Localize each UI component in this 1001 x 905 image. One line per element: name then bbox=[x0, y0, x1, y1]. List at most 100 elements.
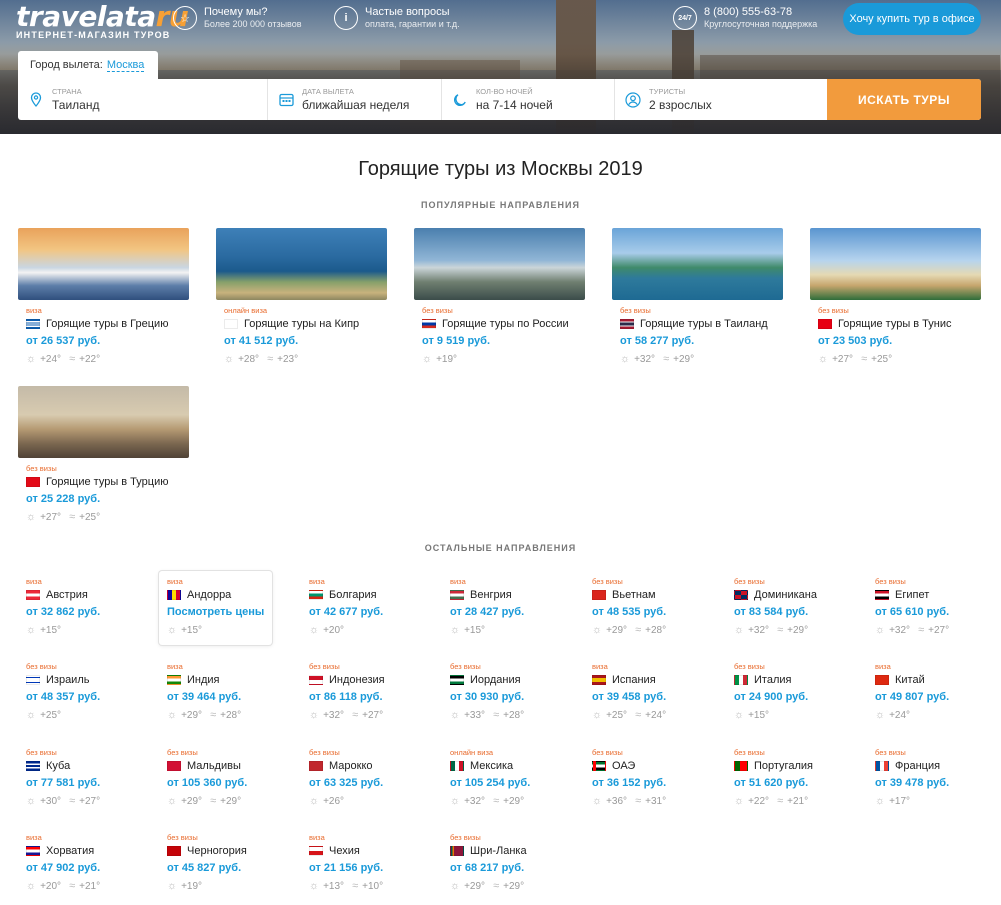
popular-card[interactable]: без визы Горящие туры в Турцию от 25 228 р… bbox=[18, 386, 189, 523]
destination-photo[interactable] bbox=[612, 228, 783, 300]
support-phone[interactable]: 24/7 8 (800) 555-63-78 Круглосуточная под… bbox=[673, 6, 817, 30]
destination-item[interactable]: без визы Италия от 24 900 руб. ☼+15°≈ bbox=[726, 656, 839, 730]
destination-photo[interactable] bbox=[18, 386, 189, 458]
destination-price[interactable]: от 45 827 руб. bbox=[167, 862, 272, 874]
destination-price[interactable]: от 24 900 руб. bbox=[734, 691, 839, 703]
destination-name[interactable]: Черногория bbox=[167, 845, 272, 857]
destination-item[interactable]: виза Китай от 49 807 руб. ☼+24°≈ bbox=[867, 656, 980, 730]
destination-price[interactable]: от 25 228 руб. bbox=[26, 493, 189, 505]
destination-price[interactable]: от 39 458 руб. bbox=[592, 691, 697, 703]
search-tours-button[interactable]: ИСКАТЬ ТУРЫ bbox=[827, 79, 981, 120]
destination-item[interactable]: виза Чехия от 21 156 руб. ☼ +13° ≈ +10° bbox=[301, 827, 414, 901]
destination-price[interactable]: от 26 537 руб. bbox=[26, 335, 189, 347]
destination-price[interactable]: от 65 610 руб. bbox=[875, 606, 980, 618]
destination-price[interactable]: от 68 217 руб. bbox=[450, 862, 555, 874]
popular-card[interactable]: виза Горящие туры в Грецию от 26 537 руб. ☼… bbox=[18, 228, 189, 365]
destination-item[interactable]: без визы Португалия от 51 620 руб. ☼ +22° ≈ +2… bbox=[726, 742, 839, 816]
destination-photo[interactable] bbox=[414, 228, 585, 300]
destination-item[interactable]: виза Испания от 39 458 руб. ☼ +25° ≈ +24° bbox=[584, 656, 697, 730]
destination-item[interactable]: без визы ОАЭ от 36 152 руб. ☼ +36° ≈ +31° bbox=[584, 742, 697, 816]
destination-price[interactable]: от 105 254 руб. bbox=[450, 777, 555, 789]
destination-name[interactable]: Венгрия bbox=[450, 589, 555, 601]
destination-name[interactable]: Австрия bbox=[26, 589, 131, 601]
destination-item[interactable]: без визы Вьетнам от 48 535 руб. ☼ +29° ≈ +28° bbox=[584, 571, 697, 645]
destination-price[interactable]: от 86 118 руб. bbox=[309, 691, 414, 703]
destination-price[interactable]: от 58 277 руб. bbox=[620, 335, 783, 347]
destination-price[interactable]: от 39 478 руб. bbox=[875, 777, 980, 789]
destination-item[interactable]: виза Болгария от 42 677 руб. ☼+20°≈ bbox=[301, 571, 414, 645]
destination-name[interactable]: Испания bbox=[592, 674, 697, 686]
destination-item[interactable]: виза Индия от 39 464 руб. ☼ +29° ≈ +28° bbox=[159, 656, 272, 730]
destination-price[interactable]: от 41 512 руб. bbox=[224, 335, 387, 347]
destination-price[interactable]: от 28 427 руб. bbox=[450, 606, 555, 618]
destination-price[interactable]: от 30 930 руб. bbox=[450, 691, 555, 703]
destination-price[interactable]: от 32 862 руб. bbox=[26, 606, 131, 618]
destination-name[interactable]: Горящие туры в Таиланд bbox=[620, 318, 783, 330]
destination-name[interactable]: Мальдивы bbox=[167, 760, 272, 772]
destination-name[interactable]: Горящие туры по России bbox=[422, 318, 585, 330]
logo[interactable]: travelataru ИНТЕРНЕТ-МАГАЗИН ТУРОВ bbox=[16, 2, 189, 41]
popular-card[interactable]: без визы Горящие туры в Таиланд от 58 277 … bbox=[612, 228, 783, 365]
destination-name[interactable]: Андорра bbox=[167, 589, 272, 601]
destination-name[interactable]: Шри-Ланка bbox=[450, 845, 555, 857]
destination-name[interactable]: Чехия bbox=[309, 845, 414, 857]
destination-name[interactable]: Индия bbox=[167, 674, 272, 686]
destination-item[interactable]: виза Андорра Посмотреть цены ☼+15°≈ bbox=[159, 571, 272, 645]
destination-price[interactable]: от 49 807 руб. bbox=[875, 691, 980, 703]
why-us-link[interactable]: ☆ Почему мы? Более 200 000 отзывов bbox=[173, 6, 302, 30]
destination-item[interactable]: без визы Черногория от 45 827 руб. ☼+19°≈ bbox=[159, 827, 272, 901]
destination-price[interactable]: от 42 677 руб. bbox=[309, 606, 414, 618]
destination-price[interactable]: от 77 581 руб. bbox=[26, 777, 131, 789]
destination-name[interactable]: Иордания bbox=[450, 674, 555, 686]
destination-name[interactable]: Египет bbox=[875, 589, 980, 601]
destination-name[interactable]: Франция bbox=[875, 760, 980, 772]
destination-item[interactable]: без визы Франция от 39 478 руб. ☼+17°≈ bbox=[867, 742, 980, 816]
destination-price[interactable]: от 63 325 руб. bbox=[309, 777, 414, 789]
destination-price[interactable]: от 48 357 руб. bbox=[26, 691, 131, 703]
destination-price[interactable]: от 48 535 руб. bbox=[592, 606, 697, 618]
destination-price[interactable]: от 47 902 руб. bbox=[26, 862, 131, 874]
destination-item[interactable]: без визы Шри-Ланка от 68 217 руб. ☼ +29° ≈ +29… bbox=[442, 827, 555, 901]
destination-price[interactable]: от 23 503 руб. bbox=[818, 335, 981, 347]
destination-name[interactable]: Горящие туры в Тунис bbox=[818, 318, 981, 330]
destination-item[interactable]: онлайн виза Мексика от 105 254 руб. ☼ +32° ≈ +… bbox=[442, 742, 555, 816]
destination-price[interactable]: Посмотреть цены bbox=[167, 606, 272, 618]
destination-photo[interactable] bbox=[810, 228, 981, 300]
destination-name[interactable]: Италия bbox=[734, 674, 839, 686]
destination-photo[interactable] bbox=[18, 228, 189, 300]
destination-item[interactable]: без визы Израиль от 48 357 руб. ☼+25°≈ bbox=[18, 656, 131, 730]
destination-name[interactable]: Индонезия bbox=[309, 674, 414, 686]
destination-name[interactable]: Хорватия bbox=[26, 845, 131, 857]
destination-name[interactable]: Болгария bbox=[309, 589, 414, 601]
popular-card[interactable]: без визы Горящие туры по России от 9 519 р… bbox=[414, 228, 585, 365]
destination-item[interactable]: без визы Доминикана от 83 584 руб. ☼ +32° ≈ +2… bbox=[726, 571, 839, 645]
destination-price[interactable]: от 21 156 руб. bbox=[309, 862, 414, 874]
destination-price[interactable]: от 51 620 руб. bbox=[734, 777, 839, 789]
destination-name[interactable]: Горящие туры в Турцию bbox=[26, 476, 189, 488]
date-field[interactable]: ДАТА ВЫЛЕТА ближайшая неделя bbox=[268, 79, 442, 120]
departure-city-select[interactable]: Москва bbox=[106, 59, 145, 72]
country-field[interactable]: СТРАНА Таиланд bbox=[18, 79, 268, 120]
office-purchase-button[interactable]: Хочу купить тур в офисе bbox=[843, 3, 981, 35]
destination-name[interactable]: Куба bbox=[26, 760, 131, 772]
nights-field[interactable]: КОЛ-ВО НОЧЕЙ на 7-14 ночей bbox=[442, 79, 615, 120]
destination-name[interactable]: Израиль bbox=[26, 674, 131, 686]
destination-name[interactable]: Горящие туры в Грецию bbox=[26, 318, 189, 330]
destination-name[interactable]: Доминикана bbox=[734, 589, 839, 601]
tourists-field[interactable]: ТУРИСТЫ 2 взрослых bbox=[615, 79, 827, 120]
destination-name[interactable]: Вьетнам bbox=[592, 589, 697, 601]
destination-item[interactable]: без визы Индонезия от 86 118 руб. ☼ +32° ≈ +27… bbox=[301, 656, 414, 730]
destination-item[interactable]: без визы Иордания от 30 930 руб. ☼ +33° ≈ +28° bbox=[442, 656, 555, 730]
destination-price[interactable]: от 39 464 руб. bbox=[167, 691, 272, 703]
destination-item[interactable]: виза Хорватия от 47 902 руб. ☼ +20° ≈ +21° bbox=[18, 827, 131, 901]
destination-price[interactable]: от 36 152 руб. bbox=[592, 777, 697, 789]
destination-name[interactable]: ОАЭ bbox=[592, 760, 697, 772]
destination-name[interactable]: Мексика bbox=[450, 760, 555, 772]
destination-name[interactable]: Португалия bbox=[734, 760, 839, 772]
destination-photo[interactable] bbox=[216, 228, 387, 300]
popular-card[interactable]: онлайн виза Горящие туры на Кипр от 41 512… bbox=[216, 228, 387, 365]
popular-card[interactable]: без визы Горящие туры в Тунис от 23 503 ру… bbox=[810, 228, 981, 365]
destination-item[interactable]: виза Австрия от 32 862 руб. ☼+15°≈ bbox=[18, 571, 131, 645]
destination-price[interactable]: от 105 360 руб. bbox=[167, 777, 272, 789]
destination-name[interactable]: Марокко bbox=[309, 760, 414, 772]
